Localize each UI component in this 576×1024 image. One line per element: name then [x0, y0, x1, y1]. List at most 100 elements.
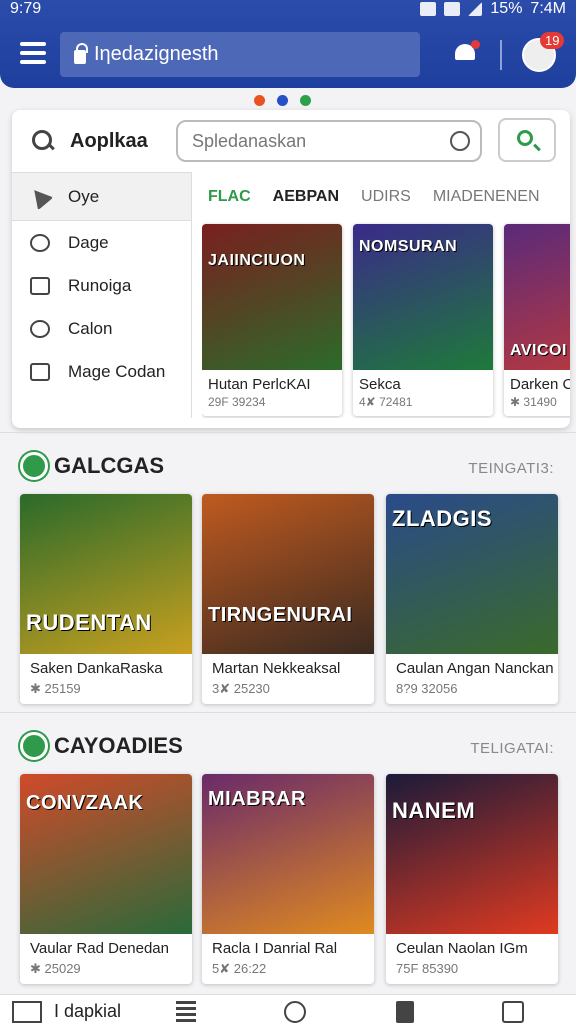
game-art-title: NOMSURAN [359, 238, 458, 255]
clock-icon [30, 233, 50, 252]
clipboard-icon [30, 362, 50, 381]
game-art: CONVZAAK [20, 774, 192, 934]
menu-icon[interactable] [20, 42, 46, 64]
menu-item-4[interactable]: Calon [12, 307, 191, 350]
menu-item-1[interactable]: Oye [12, 173, 191, 221]
notification-badge: 19 [540, 32, 565, 49]
bottom-nav-label[interactable]: I dapkial [54, 1001, 121, 1022]
game-card[interactable]: RUDENTAN Saken DankaRaska ✱ 25159 [20, 494, 192, 704]
status-clock: 7:4M [530, 0, 566, 17]
game-art-title: TIRNGENURAI [208, 604, 353, 626]
status-icons: 15% 7:4M [420, 0, 566, 18]
game-art-title: AVICOI [510, 342, 567, 359]
square-icon[interactable] [502, 1001, 524, 1023]
status-time: 9:79 [10, 0, 42, 17]
menu-item-label: Dage [68, 232, 109, 252]
carousel-dot-3[interactable] [300, 95, 311, 106]
carousel-dots [254, 95, 311, 106]
menu-item-label: Oye [68, 186, 100, 206]
menu-item-label: Runoiga [68, 275, 132, 295]
game-art-title: MIABRAR [208, 788, 306, 810]
section-title: GALCGAS [54, 453, 164, 478]
game-meta: 4✘ 72481 [359, 395, 413, 409]
game-card[interactable]: CONVZAAK Vaular Rad Denedan ✱ 25029 [20, 774, 192, 984]
menu-item-3[interactable]: Runoiga [12, 264, 191, 307]
game-art: JAIINCIUON [202, 224, 342, 370]
document-icon[interactable] [396, 1001, 414, 1023]
game-art: NANEM [386, 774, 558, 934]
game-card[interactable]: JAIINCIUON Hutan PerlcKAI 29F 39234 [202, 224, 342, 416]
game-card[interactable]: TIRNGENURAI Martan Nekkeaksal 3✘ 25230 [202, 494, 374, 704]
header-divider [500, 40, 502, 70]
nfc-icon [420, 2, 437, 16]
game-title: Hutan PerlcKAI [208, 376, 311, 393]
game-title: Ceulan Naolan IGm [396, 940, 528, 957]
search-input[interactable]: Spledanaskan [176, 120, 482, 162]
app-header: 9:79 15% 7:4M Iηedazignesth 19 [0, 0, 576, 88]
section-title: CAYOADIES [54, 733, 183, 758]
game-meta: ✱ 25029 [30, 961, 81, 976]
game-card[interactable]: AVICOI Darken CaF ✱ 31490 [504, 224, 570, 416]
menu-item-2[interactable]: Dage [12, 221, 191, 264]
tab-2[interactable]: AEBPAN [273, 188, 339, 206]
game-card[interactable]: NOMSURAN Sekca 4✘ 72481 [353, 224, 493, 416]
section-header: CAYOADIES [20, 732, 183, 760]
search-icon [517, 130, 533, 146]
carousel-dot-2[interactable] [277, 95, 288, 106]
close-box-icon[interactable] [12, 1001, 42, 1023]
tab-1[interactable]: FLAC [208, 188, 251, 206]
menu-item-label: Calon [68, 318, 113, 338]
game-title: Saken DankaRaska [30, 660, 163, 677]
search-placeholder: Spledanaskan [192, 131, 307, 151]
game-card[interactable]: MIABRAR Racla I Danrial Ral 5✘ 26:22 [202, 774, 374, 984]
menu-item-label: Mage Codan [68, 361, 166, 381]
list-icon[interactable] [176, 1001, 196, 1023]
game-meta: 5✘ 26:22 [212, 961, 267, 976]
section-logo-icon [20, 452, 48, 480]
game-meta: ✱ 25159 [30, 681, 81, 696]
home-icon[interactable] [284, 1001, 306, 1023]
game-title: Vaular Rad Denedan [30, 940, 169, 957]
section-galcgas: GALCGAS TEINGATI3: RUDENTAN Saken DankaR… [0, 448, 576, 708]
menu-item-5[interactable]: Mage Codan [12, 350, 191, 393]
game-art: ZLADGIS [386, 494, 558, 654]
carousel-dot-1[interactable] [254, 95, 265, 106]
category-menu: Oye Dage Runoiga Calon Mage Codan [12, 172, 192, 418]
game-art-title: RUDENTAN [26, 610, 152, 635]
game-meta: 75F 85390 [396, 961, 459, 976]
game-card[interactable]: NANEM Ceulan Naolan IGm 75F 85390 [386, 774, 558, 984]
status-bar: 9:79 15% 7:4M [0, 0, 576, 22]
search-icon [32, 130, 54, 152]
section-divider [0, 712, 576, 713]
section-cayoadies: CAYOADIES TELIGATAI: CONVZAAK Vaular Rad… [0, 728, 576, 990]
panel-tabs: FLAC AEBPAN UDIRS MIADENENEN [208, 188, 540, 206]
section-see-all-link[interactable]: TEINGATI3: [468, 460, 554, 477]
compass-icon[interactable] [450, 131, 470, 151]
tab-4[interactable]: MIADENENEN [433, 188, 540, 206]
bottom-nav: I dapkial [0, 994, 576, 1024]
game-art: MIABRAR [202, 774, 374, 934]
notification-bell-icon[interactable] [452, 40, 480, 66]
game-card[interactable]: ZLADGIS Caulan Angan Nanckan 8?9 32056 [386, 494, 558, 704]
game-title: Caulan Angan Nanckan [396, 660, 554, 677]
header-search-bar[interactable]: Iηedazignesth [60, 32, 420, 77]
game-art: NOMSURAN [353, 224, 493, 370]
glasses-icon [30, 319, 50, 338]
section-divider [0, 432, 576, 433]
game-art: TIRNGENURAI [202, 494, 374, 654]
panel-title: Aoplkaa [70, 130, 148, 152]
tab-3[interactable]: UDIRS [361, 188, 411, 206]
game-title: Martan Nekkeaksal [212, 660, 341, 677]
section-see-all-link[interactable]: TELIGATAI: [470, 740, 554, 757]
battery-percent: 15% [490, 0, 523, 17]
game-art-title: CONVZAAK [26, 792, 144, 814]
game-meta: 8?9 32056 [396, 681, 458, 696]
game-art-title: NANEM [392, 798, 476, 823]
featured-row: JAIINCIUON Hutan PerlcKAI 29F 39234 NOMS… [202, 222, 570, 418]
game-title: Darken CaF [510, 376, 570, 393]
game-art: RUDENTAN [20, 494, 192, 654]
bag-icon [30, 276, 50, 295]
search-button[interactable] [498, 118, 556, 162]
lock-icon [74, 42, 88, 64]
game-art: AVICOI [504, 224, 570, 370]
